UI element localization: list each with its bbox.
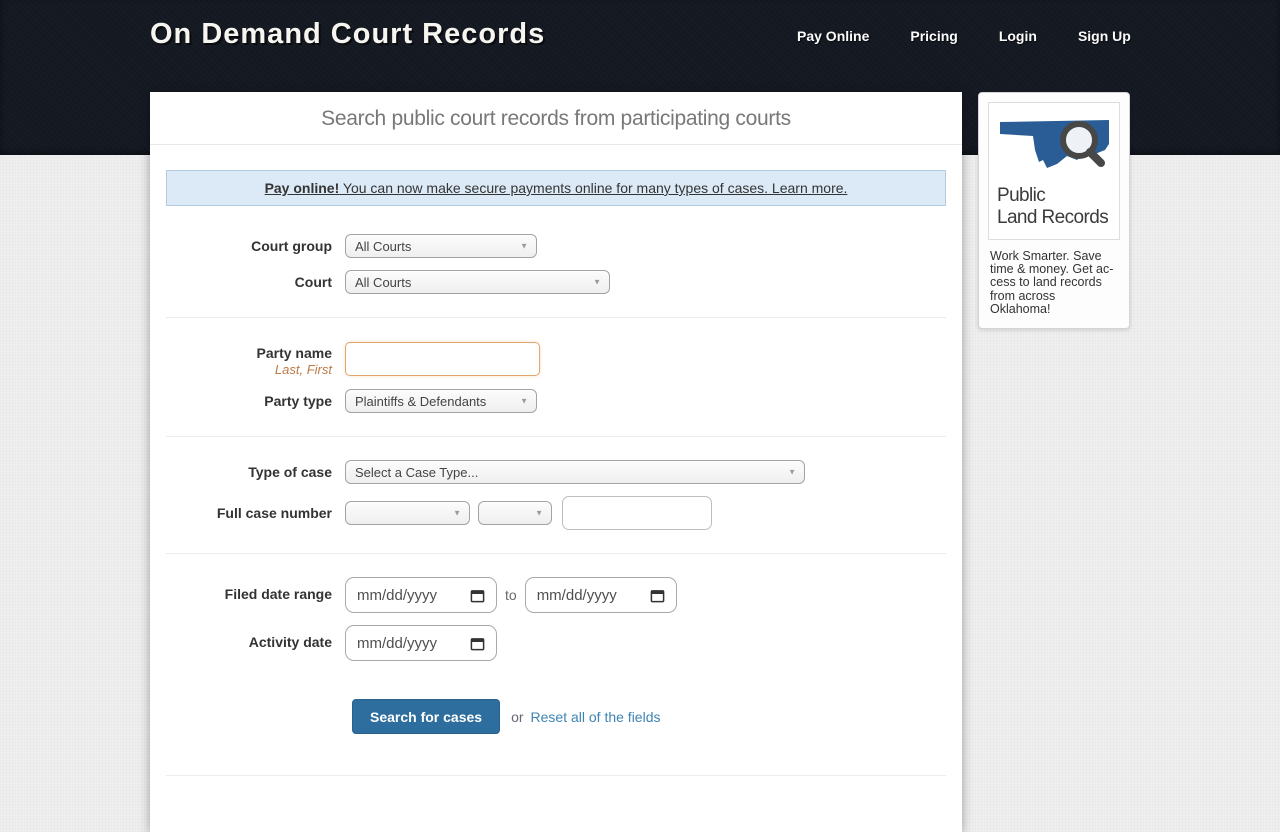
page-title: Search public court records from partici… <box>150 92 962 145</box>
top-nav: Pay Online Pricing Login Sign Up <box>797 28 1131 44</box>
filed-date-row: Filed date range mm/dd/yyyy to mm/dd/yyy… <box>166 577 946 613</box>
party-name-label: Party name Last, First <box>166 341 332 377</box>
chevron-down-icon: ▼ <box>788 468 796 477</box>
chevron-down-icon: ▼ <box>520 397 528 406</box>
date-range-to-text: to <box>505 587 517 603</box>
court-group-label: Court group <box>166 234 332 258</box>
activity-date-input[interactable]: mm/dd/yyyy <box>345 625 497 661</box>
logo-line1: Public <box>997 185 1111 207</box>
chevron-down-icon: ▼ <box>593 277 601 286</box>
section-divider <box>166 553 946 554</box>
court-group-row: Court group All Courts ▼ <box>166 234 946 258</box>
nav-sign-up[interactable]: Sign Up <box>1078 28 1131 44</box>
court-row: Court All Courts ▼ <box>166 270 946 294</box>
footer-divider <box>166 775 946 776</box>
banner-rest-text: You can now make secure payments online … <box>339 180 847 196</box>
or-text: or <box>511 709 523 725</box>
logo-text: Public Land Records <box>997 185 1111 230</box>
oklahoma-map-icon <box>997 110 1113 178</box>
search-for-cases-button[interactable]: Search for cases <box>352 699 500 734</box>
widget-description: Work Smarter. Save time & money. Get ac-… <box>988 250 1120 316</box>
chevron-down-icon: ▼ <box>535 509 543 518</box>
court-group-selected-value: All Courts <box>355 239 411 254</box>
case-type-selected-value: Select a Case Type... <box>355 465 478 480</box>
court-group-select[interactable]: All Courts ▼ <box>345 234 537 258</box>
party-type-select[interactable]: Plaintiffs & Defendants ▼ <box>345 389 537 413</box>
activity-date-row: Activity date mm/dd/yyyy <box>166 625 946 661</box>
date-placeholder: mm/dd/yyyy <box>357 635 437 652</box>
site-logo[interactable]: On Demand Court Records <box>150 18 545 51</box>
logo-line2: Land Records <box>997 207 1111 229</box>
nav-pricing[interactable]: Pricing <box>910 28 957 44</box>
pay-online-banner-link[interactable]: Pay online! You can now make secure paym… <box>265 180 848 196</box>
calendar-icon[interactable] <box>650 588 665 603</box>
party-type-row: Party type Plaintiffs & Defendants ▼ <box>166 389 946 413</box>
case-number-input[interactable] <box>562 496 712 530</box>
reset-fields-link[interactable]: Reset all of the fields <box>531 709 661 725</box>
party-name-input[interactable] <box>345 342 540 376</box>
filed-date-from-input[interactable]: mm/dd/yyyy <box>345 577 497 613</box>
filed-date-label: Filed date range <box>166 577 332 613</box>
case-type-label: Type of case <box>166 460 332 484</box>
section-divider <box>166 317 946 318</box>
case-number-label: Full case number <box>166 496 332 530</box>
public-land-records-widget: Public Land Records Work Smarter. Save t… <box>978 92 1130 329</box>
party-type-label: Party type <box>166 389 332 413</box>
nav-pay-online[interactable]: Pay Online <box>797 28 869 44</box>
search-form: Court group All Courts ▼ Court All Court… <box>150 206 962 734</box>
date-placeholder: mm/dd/yyyy <box>537 587 617 604</box>
pay-online-banner: Pay online! You can now make secure paym… <box>166 170 946 206</box>
court-label: Court <box>166 270 332 294</box>
filed-date-to-input[interactable]: mm/dd/yyyy <box>525 577 677 613</box>
party-name-hint: Last, First <box>166 362 332 378</box>
nav-login[interactable]: Login <box>999 28 1037 44</box>
public-land-records-logo[interactable]: Public Land Records <box>988 102 1120 240</box>
court-select[interactable]: All Courts ▼ <box>345 270 610 294</box>
search-panel: Search public court records from partici… <box>150 92 962 832</box>
case-type-row: Type of case Select a Case Type... ▼ <box>166 460 946 484</box>
chevron-down-icon: ▼ <box>520 241 528 250</box>
calendar-icon[interactable] <box>470 588 485 603</box>
party-name-row: Party name Last, First <box>166 341 946 377</box>
activity-date-label: Activity date <box>166 625 332 661</box>
banner-lead-text: Pay online! <box>265 180 340 196</box>
submit-row: Search for cases or Reset all of the fie… <box>352 699 946 734</box>
calendar-icon[interactable] <box>470 636 485 651</box>
party-name-label-text: Party name <box>257 345 332 361</box>
party-type-selected-value: Plaintiffs & Defendants <box>355 394 486 409</box>
section-divider <box>166 436 946 437</box>
court-selected-value: All Courts <box>355 275 411 290</box>
case-type-select[interactable]: Select a Case Type... ▼ <box>345 460 805 484</box>
case-number-year-select[interactable]: ▼ <box>478 501 552 525</box>
date-placeholder: mm/dd/yyyy <box>357 587 437 604</box>
case-number-prefix-select[interactable]: ▼ <box>345 501 470 525</box>
chevron-down-icon: ▼ <box>453 509 461 518</box>
case-number-row: Full case number ▼ ▼ <box>166 496 946 530</box>
